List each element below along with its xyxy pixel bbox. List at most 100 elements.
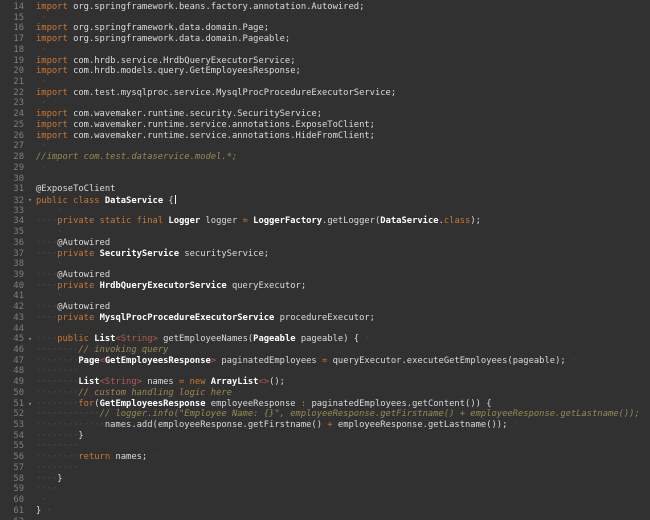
code-line[interactable]: 23 · [0,98,650,109]
code-editor[interactable]: 14import org.springframework.beans.facto… [0,0,650,520]
code-text: ········} [36,431,84,441]
syntax-keyword: import [36,34,73,44]
whitespace-dots: · [36,45,47,55]
code-line[interactable]: 42····@Autowired [0,302,650,313]
code-line[interactable]: 37····private SecurityService securitySe… [0,249,650,260]
code-line[interactable]: 47 ········Page<GetEmployeesResponse> pag… [0,356,650,367]
code-line[interactable]: 40····private HrdbQueryExecutorService q… [0,281,650,292]
syntax-plain: @Autowired [57,238,110,248]
code-line[interactable]: 28//import com.test.dataservice.model.*; [0,152,650,163]
whitespace-dots: · [36,227,62,237]
code-line[interactable]: 35 · [0,227,650,238]
line-number: 38 [0,259,24,270]
line-number: 21 [0,77,24,88]
code-line[interactable]: 45▾····public List<String> getEmployeeNa… [0,334,650,345]
fold-arrow-icon[interactable]: ▾ [24,195,36,206]
code-line[interactable]: 54········} [0,431,650,442]
code-line[interactable]: 43····private MysqlProcProcedureExecutor… [0,313,650,324]
syntax-plain: names.add(employeeResponse.getFirstname(… [105,420,327,430]
code-line[interactable]: 55········ [0,441,650,452]
syntax-plain: queryExecutor.executeGetEmployees(pageab… [333,356,566,366]
code-line[interactable]: 22import com.test.mysqlproc.service.Mysq… [0,88,650,99]
syntax-plain: com.hrdb.models.query.GetEmployeesRespon… [73,66,301,76]
line-number: 47 [0,356,24,367]
syntax-keyword: class [444,216,470,226]
code-text: ········Page<GetEmployeesResponse> pagin… [36,356,576,366]
whitespace-dots: ········ [36,377,78,387]
syntax-generic-type: <String> [115,334,157,344]
code-text: import com.wavemaker.runtime.service.ann… [36,120,375,130]
code-text: ····private static final Logger logger =… [36,216,481,226]
code-text: ····private MysqlProcProcedureExecutorSe… [36,313,375,323]
code-text: import com.wavemaker.runtime.service.ann… [36,131,375,141]
code-line[interactable]: 33 · [0,206,650,217]
syntax-plain: getEmployeeNames( [158,334,253,344]
code-line[interactable]: 41 · [0,291,650,302]
line-number: 15 [0,13,24,24]
code-line[interactable]: 25import com.wavemaker.runtime.service.a… [0,120,650,131]
code-line[interactable]: 24import com.wavemaker.runtime.security.… [0,109,650,120]
code-line[interactable]: 26import com.wavemaker.runtime.service.a… [0,131,650,142]
code-line[interactable]: 29 · [0,163,650,174]
code-line[interactable]: 59···· [0,484,650,495]
code-line[interactable]: 36····@Autowired [0,238,650,249]
code-text: · [36,141,47,151]
code-line[interactable]: 32▾public class DataService { [0,195,650,206]
syntax-keyword: private [57,313,99,323]
code-line[interactable]: 48········ [0,366,650,377]
line-number: 62 [0,517,24,520]
line-number: 29 [0,163,24,174]
syntax-plain: @Autowired [57,270,110,280]
whitespace-dots: ········ [36,356,78,366]
syntax-plain: } [78,431,83,441]
code-line[interactable]: 58····} [0,474,650,485]
code-line[interactable]: 21 · [0,77,650,88]
whitespace-dots: ···· [36,302,57,312]
code-line[interactable]: 56········return names; · [0,452,650,463]
line-number: 28 [0,152,24,163]
code-line[interactable]: 17import org.springframework.data.domain… [0,34,650,45]
code-line[interactable]: 15 · [0,13,650,24]
code-line[interactable]: 30 [0,174,650,185]
code-line[interactable]: 19import com.hrdb.service.HrdbQueryExecu… [0,56,650,67]
syntax-comment: // logger.info("Employee Name: {}", empl… [100,409,640,419]
code-line[interactable]: 18 · [0,45,650,56]
fold-arrow-icon[interactable]: ▾ [24,399,36,410]
syntax-class-name: DataService [105,196,169,206]
fold-arrow-icon[interactable]: ▾ [24,334,36,345]
code-line[interactable]: 38 · [0,259,650,270]
whitespace-dots: ········ [36,345,78,355]
code-line[interactable]: 39····@Autowired [0,270,650,281]
code-text: · [36,495,47,505]
code-line[interactable]: 16import org.springframework.data.domain… [0,23,650,34]
whitespace-dots: ···· [36,238,57,248]
code-line[interactable]: 27 · [0,141,650,152]
code-line[interactable]: 62 · [0,517,650,520]
code-line[interactable]: 44 · [0,324,650,335]
syntax-generic-type: <> [258,377,269,387]
code-line[interactable]: 14import org.springframework.beans.facto… [0,2,650,13]
code-text: · [36,163,47,173]
code-text: import com.hrdb.service.HrdbQueryExecuto… [36,56,296,66]
code-line[interactable]: 50········// custom handling logic here … [0,388,650,399]
whitespace-dots: · [36,517,47,520]
syntax-keyword: import [36,131,73,141]
syntax-plain: } [57,474,62,484]
syntax-plain: org.springframework.data.domain.Pageable… [73,34,290,44]
code-line[interactable]: 53·············names.add(employeeRespons… [0,420,650,431]
code-line[interactable]: 51▾········for(GetEmployeesResponse empl… [0,399,650,410]
code-line[interactable]: 49········List<String> names = new Array… [0,377,650,388]
code-line[interactable]: 61} · [0,506,650,517]
code-text: ········ [36,441,78,451]
code-line[interactable]: 31@ExposeToClient [0,184,650,195]
code-line[interactable]: 46········// invoking query [0,345,650,356]
code-line[interactable]: 60 · [0,495,650,506]
code-line[interactable]: 57········ [0,463,650,474]
whitespace-dots: ···· [36,484,57,494]
whitespace-dots: ········ [36,399,78,409]
code-text: · [36,77,47,87]
code-line[interactable]: 20import com.hrdb.models.query.GetEmploy… [0,66,650,77]
code-line[interactable]: 52············// logger.info("Employee N… [0,409,650,420]
code-line[interactable]: 34····private static final Logger logger… [0,216,650,227]
line-number: 35 [0,227,24,238]
